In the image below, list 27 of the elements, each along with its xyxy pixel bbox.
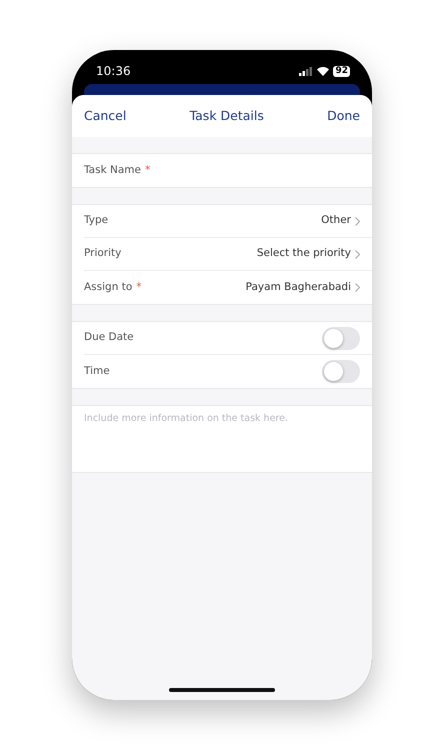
battery-icon: 92	[333, 66, 350, 76]
toggle-label: Time	[84, 364, 110, 379]
cancel-button[interactable]: Cancel	[84, 106, 126, 126]
toggle-switch[interactable]	[322, 326, 360, 350]
picker-row[interactable]: Type Other	[84, 205, 372, 238]
notes-field[interactable]: Include more information on the task here.	[72, 405, 372, 473]
status-time: 10:36	[96, 63, 131, 80]
chevron-icon	[355, 216, 360, 226]
picker-row[interactable]: Assign to * Payam Bagherabadi	[84, 271, 372, 304]
wifi-icon	[317, 66, 330, 76]
toggle-label: Due Date	[84, 330, 134, 346]
field-label: Assign to	[84, 280, 132, 295]
field-label: Task Name	[84, 162, 141, 178]
chevron-icon	[355, 283, 360, 292]
picker-value: Payam Bagherabadi	[246, 280, 351, 295]
picker-value: Select the priority	[256, 246, 351, 262]
picker-value: Other	[321, 213, 351, 228]
chevron-icon	[355, 250, 360, 258]
required-mark: *	[136, 280, 142, 295]
required-mark: *	[144, 162, 150, 178]
signal-icon	[299, 66, 314, 76]
field-label: Type	[84, 213, 108, 228]
field-label: Priority	[84, 246, 122, 262]
toggle-switch[interactable]	[322, 360, 360, 383]
picker-row[interactable]: Priority Select the priority	[84, 238, 372, 271]
sheet-title: Task Details	[190, 106, 264, 125]
done-button[interactable]: Done	[327, 106, 360, 126]
